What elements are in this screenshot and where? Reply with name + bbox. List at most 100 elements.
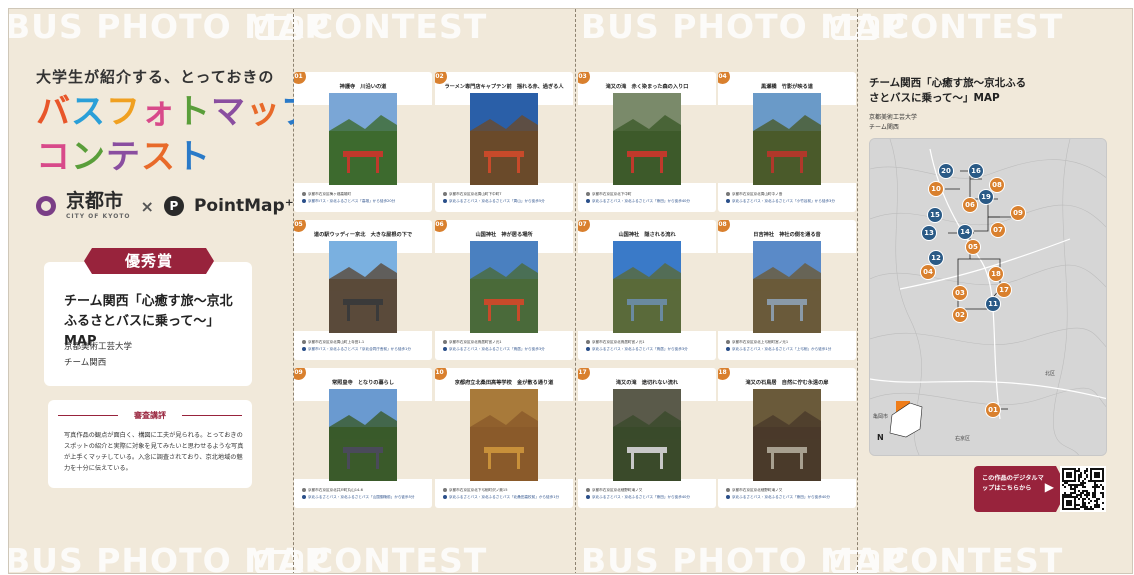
map-label: 右京区 bbox=[955, 436, 971, 442]
spot-photo bbox=[753, 241, 821, 333]
bus-stop-icon bbox=[726, 199, 730, 203]
map-marker[interactable]: 18 bbox=[988, 266, 1004, 282]
map-label: 亀岡市 bbox=[873, 414, 889, 420]
map-marker[interactable]: 02 bbox=[952, 307, 968, 323]
spot-address: 京都市右京区京北周山町上寺田1-1 bbox=[302, 340, 428, 345]
bus-stop-icon bbox=[586, 347, 590, 351]
spot-access: 京北ふるさとバス・京北ふるさとバス「山国御陵前」から徒歩5分 bbox=[302, 495, 428, 500]
bus-icon bbox=[823, 9, 887, 46]
map-marker[interactable]: 06 bbox=[962, 197, 978, 213]
spot-address: 京都市右京区京北下弓削町沢ノ奥15 bbox=[443, 488, 569, 493]
map-marker[interactable]: 01 bbox=[985, 402, 1001, 418]
award-ribbon: 優秀賞 bbox=[84, 248, 214, 274]
fold-line bbox=[575, 9, 576, 573]
photo-card[interactable]: 03 滝又の滝 赤く染まった森の入り口 京都市右京区京北下中町 京北ふるさとバス・京北… bbox=[578, 72, 716, 212]
location-pin-icon bbox=[726, 340, 730, 344]
tagline: 大学生が紹介する、とっておきの bbox=[36, 68, 275, 86]
photo-card[interactable]: 09 常照皇寺 となりの暮らし 京都市右京区京北井戸町丸山14-6 京北ふるさとバス・… bbox=[294, 368, 432, 508]
spot-access: 京北ふるさとバス・京北ふるさとバス「北桑田高校前」から徒歩1分 bbox=[443, 495, 569, 500]
watermark-top: BUS PHOTO MAP CONTEST BUS PHOTO MAP CONT… bbox=[9, 8, 1132, 47]
location-pin-icon bbox=[586, 340, 590, 344]
award-team: チーム関西 bbox=[64, 358, 107, 368]
spot-access-text: 京北ふるさとバス・京北ふるさとバス「上弓削」から徒歩1分 bbox=[732, 347, 832, 351]
map-marker[interactable]: 15 bbox=[927, 207, 943, 223]
spot-title: 滝又の滝 途切れない流れ bbox=[615, 380, 679, 386]
logo-letter: バ bbox=[36, 92, 71, 132]
photo-card[interactable]: 05 道の駅ウッディー京北 大きな屋根の下で 京都市右京区京北周山町上寺田1-1 京都… bbox=[294, 220, 432, 360]
contest-logo-line2: コンテスト bbox=[36, 140, 211, 174]
spot-address-text: 京都市右京区京北周山町中ノ島 bbox=[732, 192, 783, 196]
qr-code[interactable] bbox=[1060, 466, 1106, 512]
location-pin-icon bbox=[586, 488, 590, 492]
spot-access: 京北ふるさとバス・京北ふるさとバス「熊田」から徒歩40分 bbox=[586, 495, 712, 500]
map-marker[interactable]: 19 bbox=[978, 189, 994, 205]
photo-card[interactable]: 01 神護寺 川沿いの道 京都市右京区梅ヶ畑高雄町 京都市バス・京北ふるさとバス「高雄… bbox=[294, 72, 432, 212]
spot-address-text: 京都市右京区京北鳥居町宮ノ元1 bbox=[449, 340, 502, 344]
logo-letter: ト bbox=[176, 137, 211, 177]
photo-card[interactable]: 10 京都府立北桑田高等学校 金が散る通り道 京都市右京区京北下弓削町沢ノ奥15 京北… bbox=[435, 368, 573, 508]
map-marker[interactable]: 09 bbox=[1010, 205, 1026, 221]
spot-address-text: 京都市右京区京北井戸町丸山14-6 bbox=[308, 488, 363, 492]
spot-title: 道の駅ウッディー京北 大きな屋根の下で bbox=[313, 232, 413, 238]
watermark-text: CONTEST bbox=[309, 541, 488, 574]
spot-address-text: 京都市右京区京北鳥居町宮ノ元1 bbox=[592, 340, 645, 344]
photo-card[interactable]: 08 日吉神社 神社の側を通る音 京都市右京区京北上弓削町宮ノ元1 京北ふるさとバス・… bbox=[718, 220, 856, 360]
photo-card[interactable]: 02 ラーメン専門店キャプテン前 揺れる赤、過ぎる人 京都市右京区京北周山町下中町7… bbox=[435, 72, 573, 212]
bus-stop-icon bbox=[443, 199, 447, 203]
spot-photo bbox=[329, 93, 397, 185]
spot-access-text: 京北ふるさとバス・京北ふるさとバス「熊田」から徒歩40分 bbox=[592, 199, 691, 203]
bus-icon bbox=[823, 541, 887, 573]
spot-title: 滝又の石鳥居 自然に佇む永遠の扉 bbox=[745, 380, 829, 386]
map-label: 北区 bbox=[1045, 371, 1056, 377]
partner-logos: 京都市 CITY OF KYOTO × P PointMap⁺ bbox=[36, 192, 294, 220]
logo-letter: ス bbox=[141, 137, 176, 177]
map-marker[interactable]: 11 bbox=[985, 296, 1001, 312]
map-marker[interactable]: 13 bbox=[921, 225, 937, 241]
watermark-text: CONTEST bbox=[885, 8, 1064, 46]
photo-card[interactable]: 07 山国神社 隠される流れ 京都市右京区京北鳥居町宮ノ元1 京北ふるさとバス・京北ふ… bbox=[578, 220, 716, 360]
watermark-text: CONTEST bbox=[309, 8, 488, 46]
map-marker[interactable]: 05 bbox=[965, 239, 981, 255]
map-marker[interactable]: 16 bbox=[968, 163, 984, 179]
spot-access-text: 京北ふるさとバス・京北ふるさとバス「鳥居」から徒歩3分 bbox=[449, 347, 545, 351]
location-pin-icon bbox=[443, 192, 447, 196]
photo-card[interactable]: 18 滝又の石鳥居 自然に佇む永遠の扉 京都市右京区京北細野町滝ノ又 京北ふるさとバス… bbox=[718, 368, 856, 508]
contest-logo-line1: バスフォトマップ bbox=[36, 95, 316, 129]
spot-address: 京都市右京区京北鳥居町宮ノ元1 bbox=[443, 340, 569, 345]
spot-address: 京都市右京区梅ヶ畑高雄町 bbox=[302, 192, 428, 197]
review-heading: 審査講評 bbox=[58, 410, 242, 421]
kyoto-city-logo: 京都市 CITY OF KYOTO bbox=[66, 190, 131, 221]
digital-map-link[interactable]: この作品のデジタルマップはこちらから ▶ bbox=[974, 466, 1068, 512]
map-marker[interactable]: 07 bbox=[990, 222, 1006, 238]
logo-letter: コ bbox=[36, 137, 71, 177]
logo-letter: ッ bbox=[246, 92, 281, 132]
map-marker[interactable]: 17 bbox=[996, 282, 1012, 298]
kyoto-city-name: 京都市 bbox=[66, 190, 124, 212]
spot-access: 京北ふるさとバス・京北ふるさとバス「鳥居」から徒歩3分 bbox=[443, 347, 569, 352]
pointmap-name: PointMap⁺ bbox=[193, 196, 294, 216]
spot-title: 常照皇寺 となりの暮らし bbox=[331, 380, 395, 386]
spot-access: 京北ふるさとバス・京北ふるさとバス「鳥居」から徒歩3分 bbox=[586, 347, 712, 352]
photo-card[interactable]: 06 山国神社 神が居る場所 京都市右京区京北鳥居町宮ノ元1 京北ふるさとバス・京北ふ… bbox=[435, 220, 573, 360]
spot-access: 京都市バス・京北ふるさとバス「京北合同庁舎前」から徒歩1分 bbox=[302, 347, 428, 352]
spot-address-text: 京都市右京区京北細野町滝ノ又 bbox=[592, 488, 643, 492]
spot-access-text: 京都市バス・京北ふるさとバス「高雄」から徒歩20分 bbox=[308, 199, 396, 203]
map-marker[interactable]: 03 bbox=[952, 285, 968, 301]
map-marker[interactable]: 10 bbox=[928, 181, 944, 197]
spot-photo bbox=[753, 93, 821, 185]
spot-access: 京北ふるさとバス・京北ふるさとバス「熊田」から徒歩40分 bbox=[586, 199, 712, 204]
spot-address: 京都市右京区京北周山町下中町7 bbox=[443, 192, 569, 197]
spot-address: 京都市右京区京北細野町滝ノ又 bbox=[726, 488, 852, 493]
map-marker[interactable]: 20 bbox=[938, 163, 954, 179]
spot-title: 黒瀬橋 竹影が映る道 bbox=[761, 84, 813, 90]
pointmap-icon: P bbox=[163, 196, 184, 216]
map-marker[interactable]: 04 bbox=[920, 264, 936, 280]
photo-card[interactable]: 17 滝又の滝 途切れない流れ 京都市右京区京北細野町滝ノ又 京北ふるさとバス・京北ふ… bbox=[578, 368, 716, 508]
spot-access-text: 京北ふるさとバス・京北ふるさとバス「北桑田高校前」から徒歩1分 bbox=[449, 495, 560, 499]
bus-icon bbox=[247, 9, 311, 46]
spot-access-text: 京北ふるさとバス・京北ふるさとバス「山国御陵前」から徒歩5分 bbox=[308, 495, 415, 499]
map-marker[interactable]: 14 bbox=[957, 224, 973, 240]
spot-title: ラーメン専門店キャプテン前 揺れる赤、過ぎる人 bbox=[444, 84, 564, 90]
map-title: チーム関西「心癒す旅〜京北ふるさとバスに乗って〜」MAP bbox=[869, 77, 1027, 104]
photo-card[interactable]: 04 黒瀬橋 竹影が映る道 京都市右京区京北周山町中ノ島 京北ふるさとバス・京北ふるさ… bbox=[718, 72, 856, 212]
